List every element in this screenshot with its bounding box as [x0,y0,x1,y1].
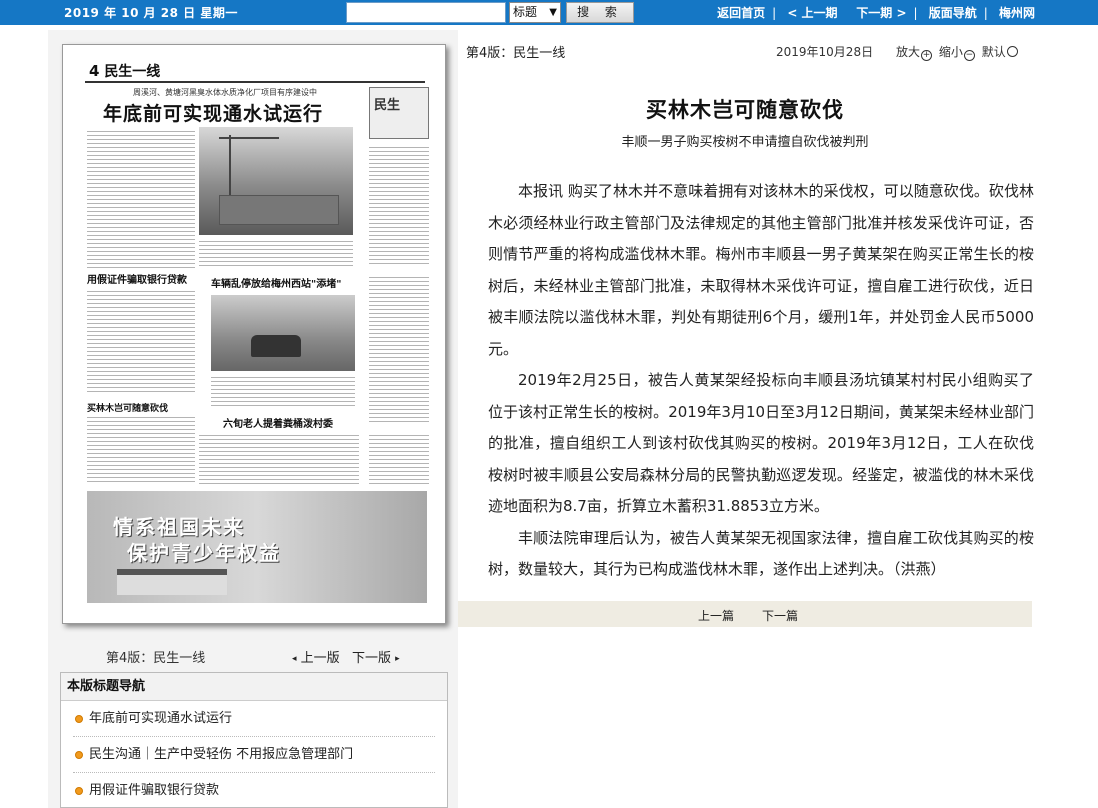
search-type-value: 标题 [513,5,538,19]
paper-banner: 情系祖国未来 保护青少年权益 [87,491,427,603]
banner-line-1: 情系祖国未来 [113,515,245,539]
issue-date: 2019 年 10 月 28 日 星期一 [64,6,238,20]
page-title-nav: 本版标题导航 年底前可实现通水试运行 民生沟通｜生产中受轻伤 不用报应急管理部门… [60,672,448,808]
paper-headline-loan: 用假证件骗取银行贷款 [87,275,187,286]
paper-headline-cars: 车辆乱停放给梅州西站"添堵" [211,279,342,290]
prev-page-link[interactable]: ◂ 上一版 [292,647,340,666]
paper-photo-cars [211,295,355,371]
article-paragraph: 丰顺法院审理后认为，被告人黄某架无视国家法律，擅自雇工砍伐其购买的桉树，数量较大… [488,528,1034,579]
paper-text-column [369,433,429,485]
title-nav-item[interactable]: 民生沟通｜生产中受轻伤 不用报应急管理部门 [73,737,435,773]
paper-text-column [87,415,195,485]
banner-line-2: 保护青少年权益 [127,541,281,565]
chevron-down-icon: ▼ [549,7,557,18]
paper-page-number: 4 [89,62,100,80]
nav-meizhou-link[interactable]: 梅州网 [999,6,1035,20]
article-body: 本报讯 购买了林木并不意味着拥有对该林木的采伐权，可以随意砍伐。砍伐林木必须经林… [488,176,1034,586]
nav-separator: | [913,6,918,20]
bullet-icon [75,787,83,795]
paper-sidebox: 民生 [369,87,429,139]
paper-headline-elder: 六旬老人提着粪桶泼村委 [223,419,333,430]
paper-text-column [211,375,355,409]
paper-header-rule [85,81,425,83]
paper-text-column [87,289,195,395]
bullet-icon [75,751,83,759]
paper-subheadline: 周溪河、黄塘河黑臭水体水质净化厂项目有序建设中 [133,88,317,97]
nav-page-nav-link[interactable]: 版面导航 [929,6,977,20]
newspaper-page-image[interactable]: 4 民生一线 周溪河、黄塘河黑臭水体水质净化厂项目有序建设中 年底前可实现通水试… [62,44,446,624]
crane-arm-shape [219,137,279,139]
paper-section-header: 4 民生一线 [89,61,160,81]
paper-section-name: 民生一线 [104,64,161,80]
circle-icon [1006,46,1018,57]
search-type-select[interactable]: 标题 ▼ [509,2,561,23]
zoom-out-button[interactable]: 缩小 − [938,45,978,61]
next-page-label: 下一版 [352,651,392,666]
nav-home-link[interactable]: 返回首页 [717,6,765,20]
title-nav-item-label: 用假证件骗取银行贷款 [89,783,220,798]
nav-separator: | [772,6,777,20]
prev-article-link[interactable]: 上一篇 [698,607,734,624]
next-article-link[interactable]: 下一篇 [762,607,798,624]
car-shape [251,335,301,357]
article-paragraph: 本报讯 购买了林木并不意味着拥有对该林木的采伐权，可以随意砍伐。砍伐林木必须经林… [488,182,1034,358]
minus-icon: − [963,50,975,61]
font-size-controls: 放大 + 缩小 − 默认 [896,43,1021,61]
bullet-icon [75,715,83,723]
nav-prev-issue-link[interactable]: < 上一期 [787,6,837,20]
default-size-button[interactable]: 默认 [982,45,1021,59]
nav-separator: | [983,6,988,20]
next-page-link[interactable]: 下一版 ▸ [352,647,400,666]
paper-text-column [87,129,195,271]
top-bar: 2019 年 10 月 28 日 星期一 标题 ▼ 搜 索 返回首页 | < 上一… [0,0,1098,25]
pit-shape [219,195,339,225]
title-nav-item-label: 年底前可实现通水试运行 [89,711,233,726]
article-edition: 第4版：民生一线 [466,46,566,61]
title-nav-item[interactable]: 年底前可实现通水试运行 [73,701,435,737]
paper-text-column [199,433,359,485]
paper-headline: 年底前可实现通水试运行 [103,103,324,125]
article-date: 2019年10月28日 [776,45,874,59]
page-label: 第4版：民生一线 [106,651,206,666]
paper-text-column [369,275,429,425]
paper-photo-construction [199,127,353,235]
article-toolbar: 第4版：民生一线 2019年10月28日 放大 + 缩小 − 默认 [458,38,1032,64]
paper-headline-tree: 买林木岂可随意砍伐 [87,404,169,414]
article-subtitle: 丰顺一男子购买桉树不申请擅自砍伐被判刑 [621,135,869,150]
search-input[interactable] [346,2,506,23]
search-button[interactable]: 搜 索 [566,2,634,23]
article-paragraph: 2019年2月25日，被告人黄某架经投标向丰顺县汤坑镇某村村民小组购买了位于该村… [488,371,1034,515]
top-nav: 返回首页 | < 上一期 下一期 > | 版面导航 | 梅州网 [716,4,1036,21]
paper-sidebox-title: 民生 [374,98,401,113]
zoom-in-label: 放大 [896,45,921,59]
plus-icon: + [921,50,933,61]
article-footer-nav: 上一篇 下一篇 [458,601,1032,627]
page-title-nav-header: 本版标题导航 [61,673,447,701]
paper-text-column [369,145,429,265]
triangle-left-icon: ◂ [292,654,297,664]
title-nav-item[interactable]: 用假证件骗取银行贷款 [73,773,435,807]
triangle-right-icon: ▸ [395,654,400,664]
paper-text-column [199,239,353,269]
title-nav-item-label: 民生沟通｜生产中受轻伤 不用报应急管理部门 [89,747,354,762]
prev-page-label: 上一版 [300,651,340,666]
banner-house-shape [117,569,227,595]
page-nav-bar: 第4版：民生一线 ◂ 上一版 下一版 ▸ [62,646,448,666]
zoom-in-button[interactable]: 放大 + [896,45,935,61]
zoom-out-label: 缩小 [938,45,963,59]
nav-next-issue-link[interactable]: 下一期 > [856,6,906,20]
article-title: 买林木岂可随意砍伐 [646,98,844,122]
default-size-label: 默认 [981,45,1006,59]
